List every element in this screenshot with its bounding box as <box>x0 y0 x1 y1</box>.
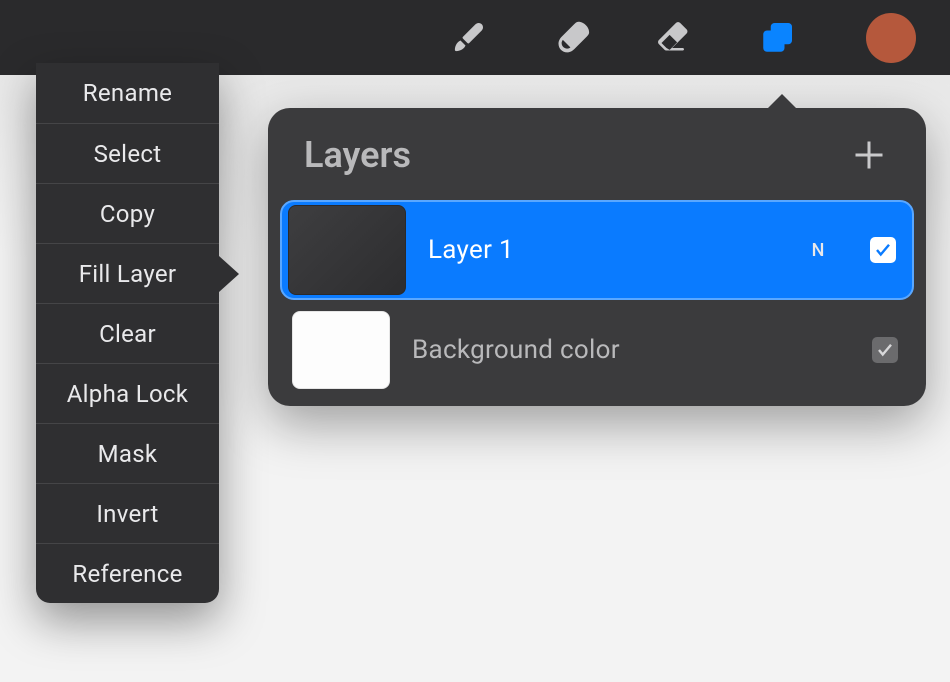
layer-row-selected[interactable]: Layer 1 N <box>280 200 914 300</box>
ctx-rename[interactable]: Rename <box>36 63 219 123</box>
visibility-checkbox[interactable] <box>872 337 898 363</box>
check-icon <box>876 341 894 359</box>
ctx-mask[interactable]: Mask <box>36 423 219 483</box>
ctx-copy[interactable]: Copy <box>36 183 219 243</box>
layers-panel-header: Layers <box>280 126 914 194</box>
ctx-alpha-lock[interactable]: Alpha Lock <box>36 363 219 423</box>
smudge-icon <box>551 18 591 58</box>
layer-row-background[interactable]: Background color <box>280 306 914 394</box>
eraser-tool[interactable] <box>650 14 698 62</box>
layer-name-label: Background color <box>412 335 832 365</box>
layer-thumbnail <box>288 205 406 295</box>
smudge-tool[interactable] <box>547 14 595 62</box>
layers-panel-title: Layers <box>304 134 411 176</box>
ctx-invert[interactable]: Invert <box>36 483 219 543</box>
plus-icon <box>851 137 887 173</box>
add-layer-button[interactable] <box>848 134 890 176</box>
layer-context-menu: Rename Select Copy Fill Layer Clear Alph… <box>36 63 219 603</box>
layer-name-label: Layer 1 <box>428 235 784 265</box>
ctx-reference[interactable]: Reference <box>36 543 219 603</box>
ctx-clear[interactable]: Clear <box>36 303 219 363</box>
brush-tool[interactable] <box>444 14 492 62</box>
layer-thumbnail <box>292 311 390 389</box>
check-icon <box>874 241 892 259</box>
ctx-select[interactable]: Select <box>36 123 219 183</box>
eraser-icon <box>654 18 694 58</box>
brush-icon <box>448 18 488 58</box>
blend-mode-indicator[interactable]: N <box>806 240 830 261</box>
layers-panel: Layers Layer 1 N Background color <box>268 108 926 406</box>
ctx-fill-layer[interactable]: Fill Layer <box>36 243 219 303</box>
layers-tool[interactable] <box>753 14 801 62</box>
color-swatch[interactable] <box>866 13 916 63</box>
layers-icon <box>757 18 797 58</box>
visibility-checkbox[interactable] <box>870 237 896 263</box>
